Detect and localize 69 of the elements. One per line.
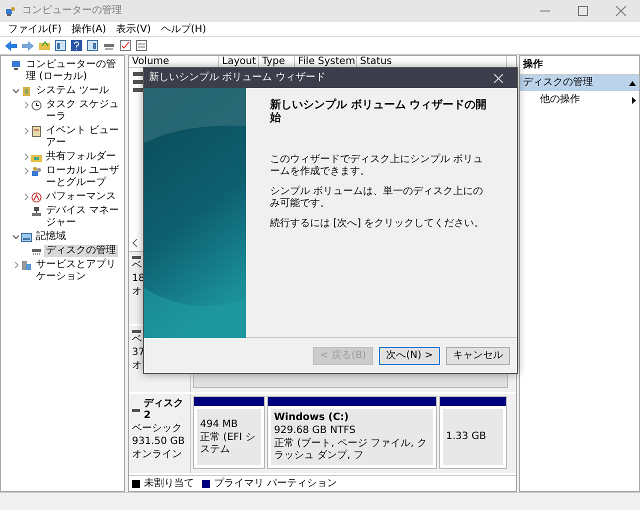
dialog-text: 続行するには [次へ] をクリックしてください。 [270,218,486,230]
menu-item[interactable]: 操作(A) [72,22,106,36]
disk-size: 931.50 GB [132,436,186,448]
close-icon [616,6,626,16]
computer-icon [11,60,22,71]
action-item[interactable]: 他の操作 [540,94,580,106]
partition-size: 1.33 GB [446,431,488,443]
tree-item[interactable]: ローカル ユーザーとグループ [44,165,124,189]
scroll-left-icon[interactable] [132,239,138,247]
folder-icon[interactable] [39,40,50,51]
disk-name: ディスク 2 [144,398,185,422]
partition-block[interactable]: 1.33 GB [443,409,503,465]
close-icon [494,74,502,82]
dialog-text: このウィザードでディスク上にシンプル ボリュームを作成できます。 [270,154,484,178]
disk-status: オ [132,360,143,372]
partition-status: 正常 (ブート, ページ ファイル, クラッシュ ダンプ, フ [274,438,428,462]
tree-item[interactable]: イベント ビューアー [44,125,124,149]
window-title: コンピューターの管理 [22,5,122,17]
dialog-text: シンプル ボリュームは、単一のディスク上にのみ可能です。 [270,186,484,210]
partition-status: 正常 (EFI システム [200,432,256,456]
back-icon[interactable] [5,40,17,50]
storage-icon [21,232,32,243]
panel-icon[interactable] [87,40,98,51]
device-icon [31,206,42,217]
legend-label: プライマリ パーティション [214,478,338,490]
dialog-title: 新しいシンプル ボリューム ウィザード [149,72,326,84]
tree-item[interactable]: サービスとアプリケーション [34,259,124,283]
tree-item[interactable]: タスク スケジューラ [44,99,124,123]
partition-name: Windows (C:) [274,412,350,424]
maximize-icon [578,6,588,16]
partition-size: 929.68 GB NTFS [274,425,356,437]
disk-type: ベーシック [132,423,183,435]
menu-item[interactable]: ヘルプ(H) [160,22,206,36]
tree-item[interactable]: システム ツール [34,85,112,97]
users-icon [31,166,42,177]
tree-item[interactable]: 共有フォルダー [44,151,118,163]
tree-item[interactable]: コンピューターの管理 (ローカル) [24,59,124,83]
partition-size: 494 MB [200,418,239,430]
disk-type: ベ [132,334,143,346]
disk-status: オンライン [132,449,183,461]
disk-status: オ [132,286,143,298]
submenu-arrow-icon[interactable] [632,96,636,104]
legend-label: 未割り当て [144,478,194,490]
partition-block[interactable]: Windows (C:) 929.68 GB NTFS 正常 (ブート, ページ ファイル, クラッシュ ダンプ, フ [271,409,433,465]
forward-icon[interactable] [22,40,34,50]
menu-item[interactable]: ファイル(F) [8,22,62,36]
dialog-button[interactable]: 次へ(N) > [379,346,440,364]
tree-item[interactable]: ディスクの管理 [44,245,118,257]
gauge-icon [31,192,42,203]
tree-item[interactable]: デバイス マネージャー [44,205,124,229]
clock-icon [31,100,42,111]
panel-icon[interactable] [55,40,66,51]
services-icon [21,260,32,271]
log-icon [31,126,42,137]
tree-item[interactable]: パフォーマンス [44,191,118,203]
dialog-heading: 新しいシンプル ボリューム ウィザードの開始 [270,98,488,124]
checklist-icon[interactable] [120,40,131,51]
window-icon[interactable] [136,40,147,51]
menu-item[interactable]: 表示(V) [116,22,151,36]
partition-block[interactable]: 494 MB 正常 (EFI システム [197,409,261,465]
folder-icon [31,152,42,163]
app-icon [5,6,16,16]
dialog-button[interactable]: キャンセル [446,346,510,364]
tree-item[interactable]: 記憶域 [34,231,68,243]
tools-icon [21,86,32,97]
collapse-icon[interactable] [629,80,636,86]
help-icon[interactable] [71,40,82,51]
disk-type: ベ [132,260,143,272]
disk-icon [31,246,42,257]
